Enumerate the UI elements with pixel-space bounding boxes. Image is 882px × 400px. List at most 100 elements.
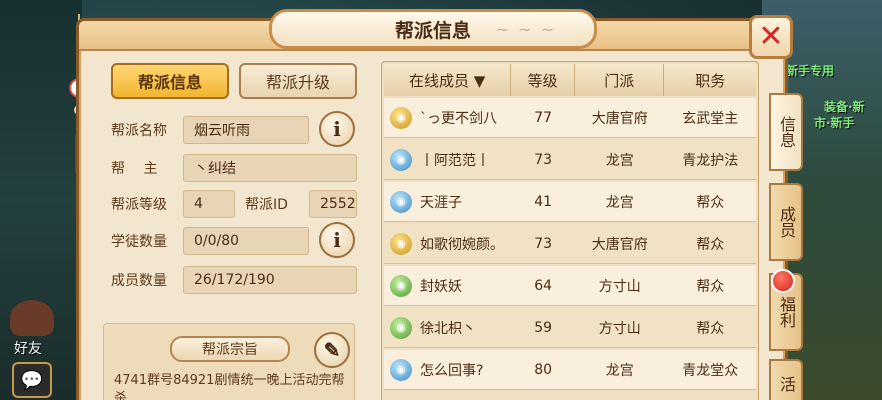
member-level: 59	[534, 319, 553, 336]
member-role: 帮众	[696, 236, 725, 253]
sect-icon: ◉	[390, 106, 412, 129]
sect-icon: ◉	[390, 274, 412, 297]
member-level: 64	[534, 277, 553, 294]
guild-level-value: 4	[183, 190, 235, 218]
member-name-cell: ◉ 徐北枳丶	[384, 308, 511, 347]
guild-info-window: ~ ~ ~ 帮派信息 ✕ 帮派信息 帮派升级 帮派名称 烟云听雨 i 帮 主 丶…	[76, 9, 803, 400]
member-sect: 龙宫	[605, 152, 634, 169]
member-level: 80	[534, 361, 553, 378]
member-sect: 龙宫	[605, 194, 634, 211]
sect-icon: ◉	[390, 232, 412, 255]
side-tab-info[interactable]: 信息	[769, 93, 803, 171]
leader-label: 帮 主	[111, 161, 158, 177]
info-icon: i	[333, 117, 341, 141]
guild-name-info-button[interactable]: i	[319, 111, 355, 147]
table-row[interactable]: ◉ 天涯子 41 龙宫 帮众	[384, 182, 756, 222]
title-plate: ~ ~ ~ 帮派信息	[269, 9, 597, 49]
leader-row: 帮 主 丶纠结	[111, 153, 357, 183]
member-row: 成员数量 26/172/190	[111, 265, 357, 295]
edit-motto-button[interactable]: ✎	[314, 332, 350, 368]
member-role: 玄武堂主	[682, 110, 739, 127]
apprentice-value: 0/0/80	[183, 227, 309, 255]
member-name-cell: ◉ 怎么回事?	[384, 350, 511, 389]
member-sect: 龙宫	[605, 362, 634, 379]
online-members-table: 在线成员 ▼ 等级 门派 职务 ◉ `っ更不剑八 77 大唐官府 玄武堂主 ◉ 丨阿范范丨 7…	[381, 61, 759, 400]
guild-name-row: 帮派名称 烟云听雨	[111, 115, 309, 145]
background-label-newbie: 新手专用	[786, 64, 835, 78]
side-tab-activity[interactable]: 活	[769, 359, 803, 400]
table-row[interactable]: ◉ 徐北枳丶 59 方寸山 帮众	[384, 308, 756, 348]
member-name-cell: ◉ 丨阿范范丨	[384, 140, 511, 179]
sect-icon: ◉	[390, 190, 412, 213]
member-name-cell: ◉ 如歌彻婉颜。	[384, 224, 511, 263]
member-role: 帮众	[696, 194, 725, 211]
member-sect: 方寸山	[598, 320, 641, 337]
side-tab-members-label: 成员	[777, 206, 796, 238]
guild-name-label: 帮派名称	[111, 123, 167, 139]
table-row[interactable]: ◉ 怎么回事? 80 龙宫 青龙堂众	[384, 350, 756, 390]
member-name: 如歌彻婉颜。	[420, 236, 504, 253]
member-level: 73	[534, 151, 553, 168]
member-level: 77	[534, 109, 553, 126]
brush-icon: ✎	[323, 338, 341, 362]
guild-level-label: 帮派等级	[111, 197, 167, 213]
side-tab-info-label: 信息	[777, 116, 796, 148]
member-name-cell: ◉ `っ更不剑八	[384, 98, 511, 137]
member-sect: 大唐官府	[591, 110, 648, 127]
table-header: 在线成员 ▼ 等级 门派 职务	[384, 64, 756, 96]
member-role: 青龙堂众	[682, 362, 739, 379]
tab-guild-upgrade[interactable]: 帮派升级	[239, 63, 357, 99]
motto-text: 4741群号84921剧情统一晚上活动完帮杀	[114, 373, 345, 400]
member-level: 73	[534, 235, 553, 252]
guild-id-value: 2552	[309, 190, 357, 218]
member-sect: 大唐官府	[591, 236, 648, 253]
member-count-label: 成员数量	[111, 273, 167, 289]
apprentice-info-button[interactable]: i	[319, 222, 355, 258]
member-name: 天涯子	[420, 194, 462, 211]
header-role[interactable]: 职务	[664, 64, 756, 96]
background-label-equip: 装备·新	[824, 100, 865, 114]
side-tab-members[interactable]: 成员	[769, 183, 803, 261]
tab-guild-info[interactable]: 帮派信息	[111, 63, 229, 99]
member-name: 丨阿范范丨	[420, 152, 490, 169]
table-row[interactable]: ◉ 封妖妖 64 方寸山 帮众	[384, 266, 756, 306]
table-row[interactable]: ◉ 如歌彻婉颜。 73 大唐官府 帮众	[384, 224, 756, 264]
sect-icon: ◉	[390, 316, 412, 339]
member-sect: 方寸山	[598, 278, 641, 295]
table-row[interactable]: ◉ 丨阿范范丨 73 龙宫 青龙护法	[384, 140, 756, 180]
notification-badge	[771, 269, 795, 293]
avatar	[10, 300, 54, 336]
member-name: `っ更不剑八	[420, 110, 497, 127]
background-label-market: 市·新手	[814, 116, 855, 130]
apprentice-row: 学徒数量 0/0/80	[111, 226, 309, 256]
apprentice-label: 学徒数量	[111, 234, 167, 250]
member-name: 徐北枳丶	[420, 320, 476, 337]
guild-name-value: 烟云听雨	[183, 116, 309, 144]
member-name-cell: ◉ 天涯子	[384, 182, 511, 221]
member-level: 41	[534, 193, 553, 210]
guild-id-label: 帮派ID	[245, 197, 288, 213]
guild-motto-box: 帮派宗旨 ✎ 4741群号84921剧情统一晚上活动完帮杀	[103, 323, 355, 400]
close-button[interactable]: ✕	[749, 15, 793, 59]
header-level[interactable]: 等级	[511, 64, 575, 96]
header-sect[interactable]: 门派	[574, 64, 665, 96]
sect-icon: ◉	[390, 148, 412, 171]
close-icon: ✕	[758, 19, 784, 54]
chat-icon[interactable]: 💬	[12, 362, 52, 398]
member-role: 帮众	[696, 278, 725, 295]
member-count-value: 26/172/190	[183, 266, 357, 294]
sect-icon: ◉	[390, 358, 412, 381]
friend-label: 好友	[14, 341, 42, 357]
table-row[interactable]: ◉ `っ更不剑八 77 大唐官府 玄武堂主	[384, 98, 756, 138]
member-role: 青龙护法	[682, 152, 739, 169]
header-online-members[interactable]: 在线成员 ▼	[384, 64, 512, 96]
member-name: 怎么回事?	[420, 362, 484, 379]
guild-info-panel: 帮派信息 帮派升级 帮派名称 烟云听雨 i 帮 主 丶纠结 帮派等级 4 帮派I…	[93, 61, 371, 400]
info-icon: i	[333, 228, 341, 252]
motto-label: 帮派宗旨	[170, 336, 290, 362]
member-name: 封妖妖	[420, 278, 462, 295]
hud-friend-panel[interactable]: 好友 💬	[4, 300, 60, 400]
side-tab-activity-label: 活	[777, 376, 796, 392]
window-title: 帮派信息	[394, 19, 471, 42]
member-role: 帮众	[696, 320, 725, 337]
